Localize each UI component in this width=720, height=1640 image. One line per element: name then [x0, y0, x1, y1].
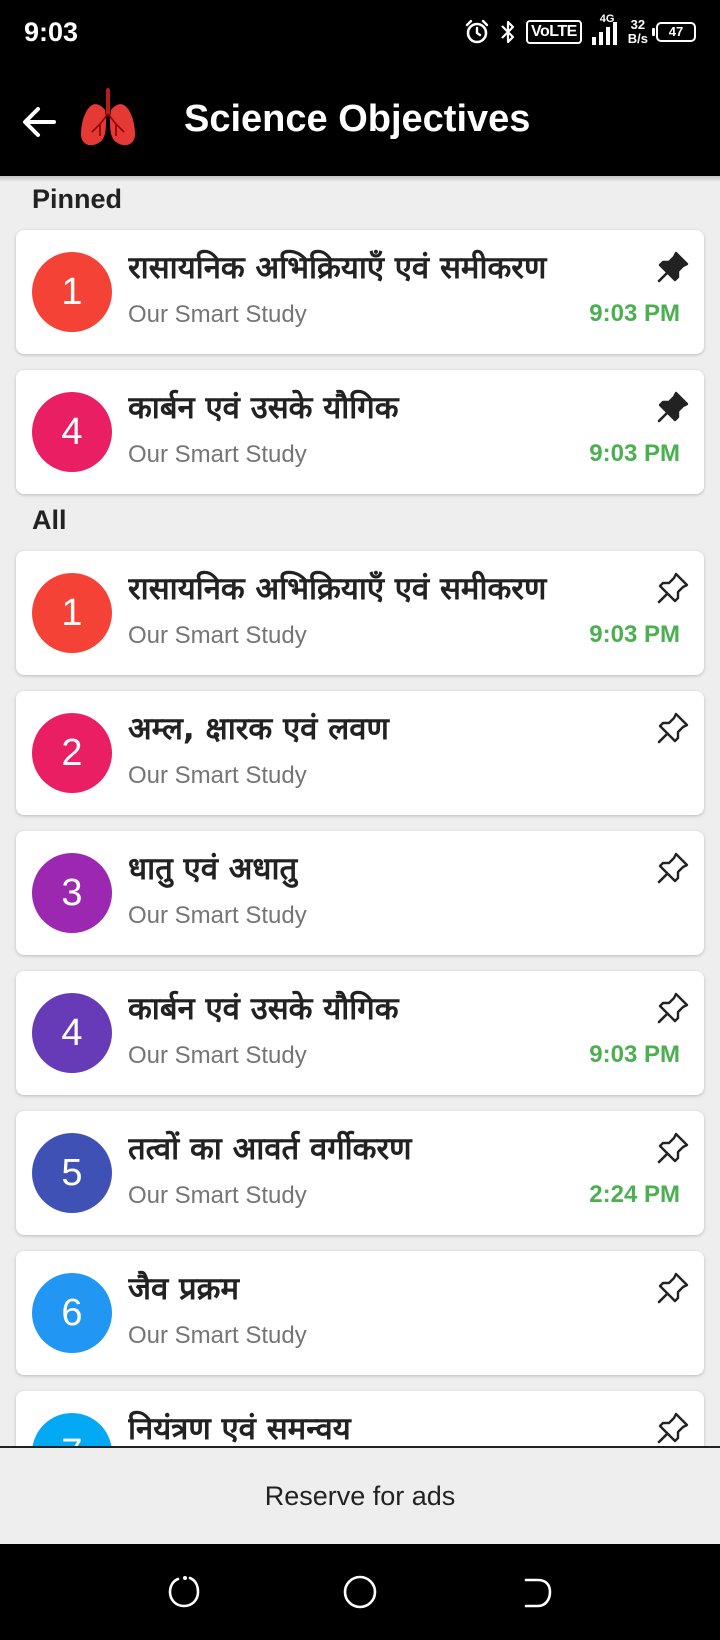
topic-number-avatar: 7 — [32, 1413, 112, 1446]
system-nav-bar — [0, 1544, 720, 1640]
section-header-pinned: Pinned — [32, 184, 123, 214]
topic-card[interactable]: 5 तत्वों का आवर्त वर्गीकरण Our Smart Study… — [16, 1111, 704, 1235]
network-speed: 32 B/s — [628, 18, 648, 46]
network-speed-unit: B/s — [627, 31, 648, 46]
topic-card[interactable]: 4 कार्बन एवं उसके यौगिक Our Smart Study 9:0… — [16, 370, 704, 494]
ad-banner: Reserve for ads — [0, 1446, 720, 1544]
topic-card[interactable]: 3 धातु एवं अधातु Our Smart Study — [16, 831, 704, 955]
topic-author: Our Smart Study — [128, 1042, 307, 1069]
alarm-icon — [465, 19, 489, 44]
topic-title: जैव प्रक्रम — [128, 1271, 240, 1307]
topic-time: 2:24 PM — [589, 1181, 680, 1208]
arrow-left-icon[interactable] — [18, 100, 62, 144]
topic-list: Pinned 1 रासायनिक अभिक्रियाएँ एवं समीकरण O… — [0, 176, 720, 1446]
pin-outline-icon[interactable] — [656, 991, 690, 1025]
topic-author: Our Smart Study — [128, 762, 307, 789]
signal-icon: 4G — [590, 13, 620, 47]
topic-number-avatar: 4 — [32, 392, 112, 472]
pin-outline-icon[interactable] — [656, 711, 690, 745]
nav-back-icon[interactable] — [516, 1572, 556, 1612]
pin-outline-icon[interactable] — [656, 1131, 690, 1165]
app-bar: Science Objectives — [0, 64, 720, 176]
topic-number-avatar: 5 — [32, 1133, 112, 1213]
pin-filled-icon[interactable] — [656, 250, 690, 284]
battery-icon: 47 — [652, 22, 696, 42]
status-icons: VoLTE 4G 32 B/s 47 — [464, 12, 696, 52]
network-speed-value: 32 — [630, 17, 646, 32]
topic-title: नियंत्रण एवं समन्वय — [128, 1411, 351, 1446]
topic-card[interactable]: 4 कार्बन एवं उसके यौगिक Our Smart Study 9:0… — [16, 971, 704, 1095]
topic-card[interactable]: 6 जैव प्रक्रम Our Smart Study — [16, 1251, 704, 1375]
topic-time: 9:03 PM — [589, 300, 680, 327]
topic-title: कार्बन एवं उसके यौगिक — [128, 991, 399, 1027]
topic-number-avatar: 2 — [32, 713, 112, 793]
topic-author: Our Smart Study — [128, 441, 307, 468]
topic-author: Our Smart Study — [128, 902, 307, 929]
topic-card[interactable]: 1 रासायनिक अभिक्रियाएँ एवं समीकरण Our Smar… — [16, 230, 704, 354]
pin-outline-icon[interactable] — [656, 1271, 690, 1305]
pin-outline-icon[interactable] — [656, 851, 690, 885]
topic-card[interactable]: 1 रासायनिक अभिक्रियाएँ एवं समीकरण Our Smar… — [16, 551, 704, 675]
topic-title: धातु एवं अधातु — [128, 851, 298, 887]
pin-filled-icon[interactable] — [656, 390, 690, 424]
topic-card[interactable]: 2 अम्ल, क्षारक एवं लवण Our Smart Study — [16, 691, 704, 815]
page-title: Science Objectives — [184, 98, 531, 140]
recents-icon[interactable] — [164, 1572, 204, 1612]
topic-card[interactable]: 7नियंत्रण एवं समन्वयOur Smart Study — [16, 1391, 704, 1446]
topic-author: Our Smart Study — [128, 1322, 307, 1349]
app-bar-shadow — [0, 176, 720, 182]
bluetooth-icon — [501, 20, 515, 44]
topic-author: Our Smart Study — [128, 622, 307, 649]
topic-title: रासायनिक अभिक्रियाएँ एवं समीकरण — [128, 571, 547, 607]
topic-author: Our Smart Study — [128, 1182, 307, 1209]
lungs-icon — [80, 88, 136, 146]
topic-title: रासायनिक अभिक्रियाएँ एवं समीकरण — [128, 250, 547, 286]
pin-outline-icon[interactable] — [656, 571, 690, 605]
app-screen: 9:03 VoLTE 4G 32 B/s 47 Science Objectiv… — [0, 0, 720, 1640]
topic-number-avatar: 1 — [32, 573, 112, 653]
pin-outline-icon[interactable] — [656, 1411, 690, 1445]
topic-number-avatar: 4 — [32, 993, 112, 1073]
topic-number-avatar: 6 — [32, 1273, 112, 1353]
topic-time: 9:03 PM — [589, 621, 680, 648]
topic-author: Our Smart Study — [128, 301, 307, 328]
topic-time: 9:03 PM — [589, 1041, 680, 1068]
topic-number-avatar: 1 — [32, 252, 112, 332]
topic-title: अम्ल, क्षारक एवं लवण — [128, 711, 389, 747]
status-time: 9:03 — [24, 17, 79, 47]
battery-level: 47 — [668, 24, 684, 39]
volte-badge: VoLTE — [525, 20, 582, 44]
topic-time: 9:03 PM — [589, 440, 680, 467]
ad-placeholder-text: Reserve for ads — [264, 1481, 456, 1511]
topic-title: कार्बन एवं उसके यौगिक — [128, 390, 399, 426]
status-bar: 9:03 VoLTE 4G 32 B/s 47 — [0, 0, 720, 64]
section-header-all: All — [32, 505, 67, 535]
topic-number-avatar: 3 — [32, 853, 112, 933]
topic-title: तत्वों का आवर्त वर्गीकरण — [128, 1131, 412, 1167]
home-circle-icon[interactable] — [340, 1572, 380, 1612]
